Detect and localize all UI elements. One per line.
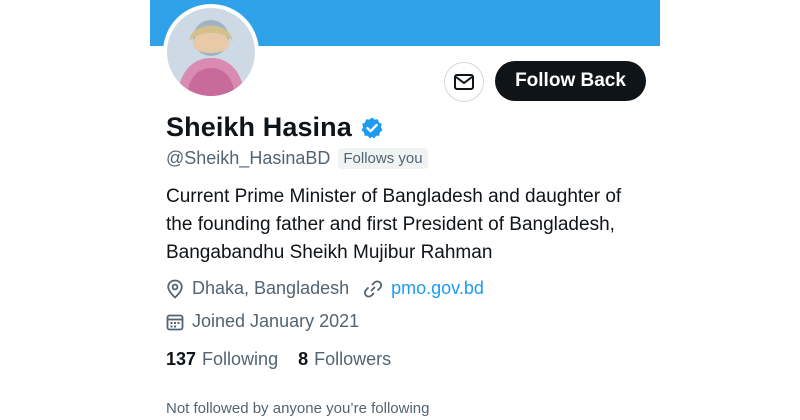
location-website-row: Dhaka, Bangladesh pmo.gov.bd xyxy=(166,278,484,299)
link-icon xyxy=(363,279,383,299)
followers-link[interactable]: 8 Followers xyxy=(298,349,391,370)
profile-name: Sheikh Hasina xyxy=(166,112,352,142)
profile-website-link[interactable]: pmo.gov.bd xyxy=(391,278,484,299)
message-button[interactable] xyxy=(444,62,484,102)
following-label: Following xyxy=(202,349,279,369)
profile-location: Dhaka, Bangladesh xyxy=(192,278,350,298)
handle-row: @Sheikh_HasinaBD Follows you xyxy=(166,148,428,169)
profile-joined-date: Joined January 2021 xyxy=(192,311,360,331)
profile-handle: @Sheikh_HasinaBD xyxy=(166,148,331,168)
verified-badge-icon[interactable] xyxy=(360,116,384,140)
envelope-icon xyxy=(454,74,474,90)
following-count: 137 xyxy=(166,349,197,369)
not-followed-note: Not followed by anyone you’re following xyxy=(166,400,430,417)
name-row: Sheikh Hasina xyxy=(166,112,384,143)
location-pin-icon xyxy=(166,279,184,299)
bio-line: Bangabandhu Sheikh Mujibur Rahman xyxy=(166,242,493,263)
profile-bio: Current Prime Minister of Bangladesh and… xyxy=(166,183,666,267)
follows-you-badge: Follows you xyxy=(338,148,428,169)
follow-stats: 137 Following 8 Followers xyxy=(166,349,391,370)
avatar-photo xyxy=(167,8,255,96)
followers-count: 8 xyxy=(298,349,309,369)
bio-line: Current Prime Minister of Bangladesh and… xyxy=(166,186,622,207)
following-link[interactable]: 137 Following xyxy=(166,349,278,370)
followers-label: Followers xyxy=(314,349,392,369)
calendar-icon xyxy=(166,313,184,331)
joined-row: Joined January 2021 xyxy=(166,311,359,332)
bio-line: the founding father and first President … xyxy=(166,214,615,235)
follow-back-button[interactable]: Follow Back xyxy=(495,61,646,101)
avatar[interactable] xyxy=(163,4,259,100)
